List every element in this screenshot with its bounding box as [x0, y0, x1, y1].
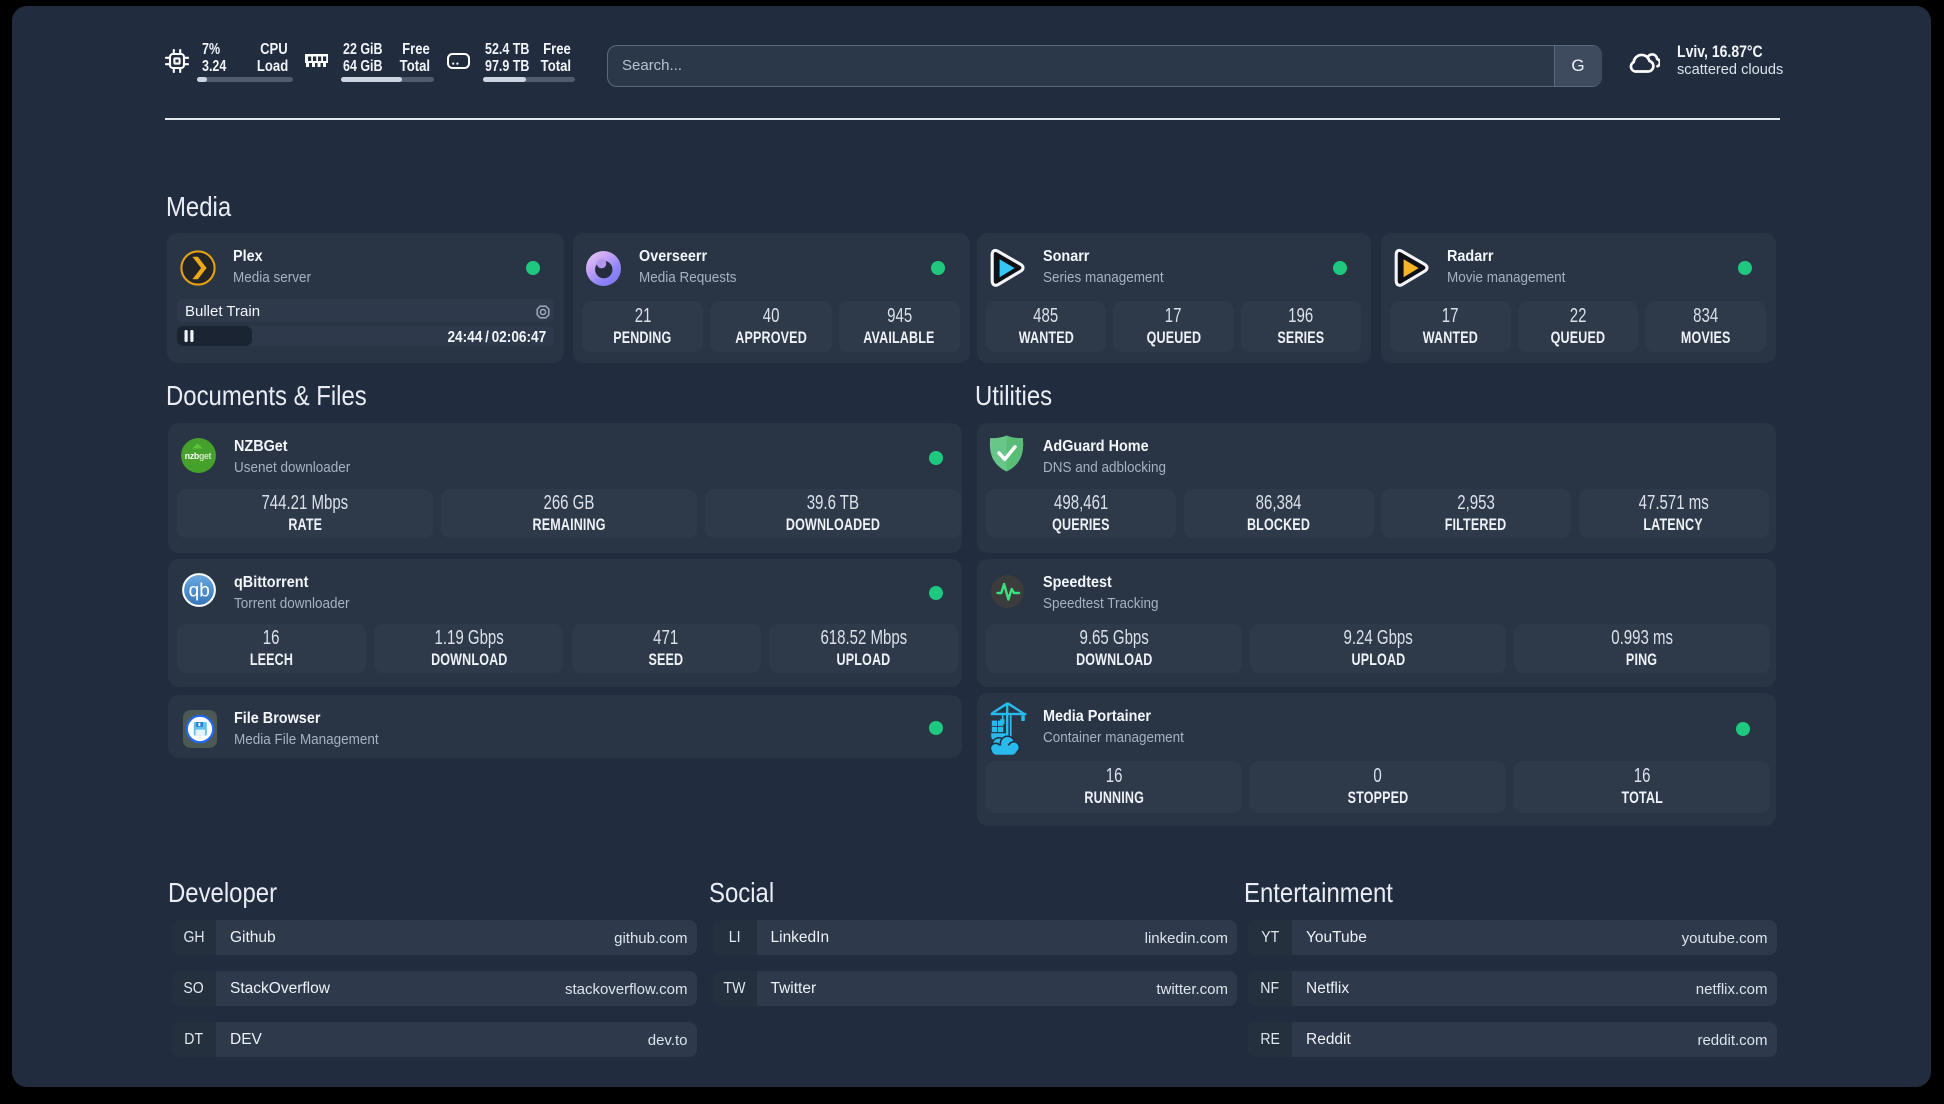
svg-text:nzbget: nzbget — [185, 451, 212, 461]
svg-text:qb: qb — [189, 581, 210, 602]
